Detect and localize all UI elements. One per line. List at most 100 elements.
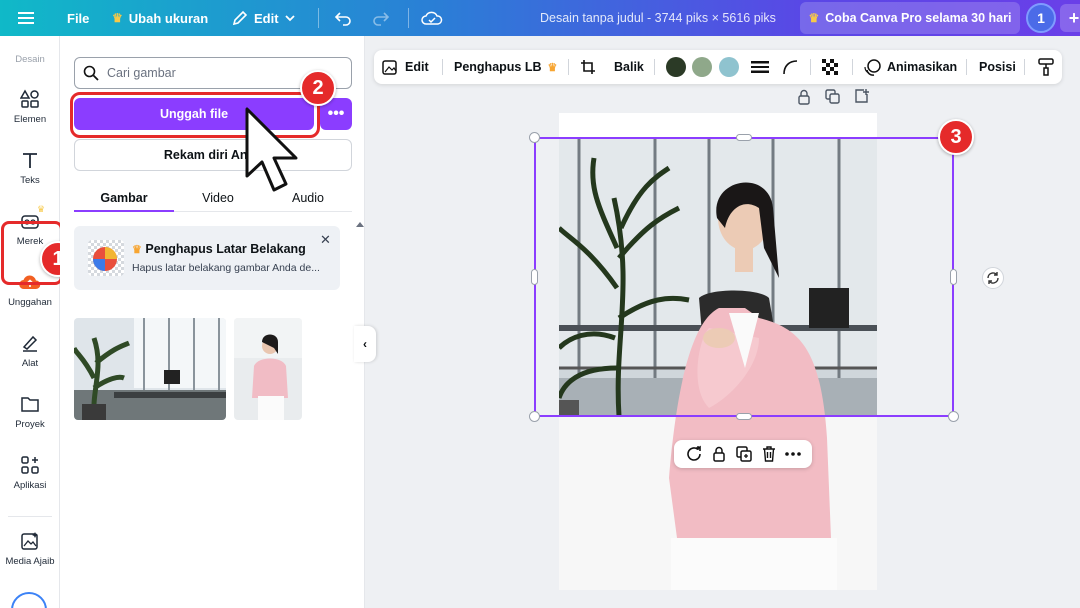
try-pro-button[interactable]: ♛ Coba Canva Pro selama 30 hari: [800, 2, 1020, 34]
annotation-badge-2: 2: [300, 70, 336, 106]
toolbar-divider: [852, 59, 853, 75]
color-swatch-1[interactable]: [666, 57, 686, 77]
uploaded-image-office[interactable]: [74, 318, 226, 420]
text-icon: [19, 149, 41, 171]
plus-icon: +: [1068, 7, 1080, 28]
hamburger-icon: [18, 12, 34, 24]
rail-divider: [8, 516, 52, 517]
lock-icon[interactable]: [712, 446, 726, 462]
copy-style-button[interactable]: [1038, 50, 1054, 84]
rotate-handle[interactable]: [982, 267, 1004, 289]
share-plus-button[interactable]: +: [1060, 4, 1080, 32]
bg-remover-label: Penghapus LB: [454, 60, 542, 74]
edit-image-label: Edit: [405, 60, 429, 74]
top-bar: File ♛ Ubah ukuran Edit Desain tanpa jud…: [0, 0, 1080, 36]
magic-assistant-button[interactable]: [11, 592, 47, 608]
toolbar-divider: [442, 59, 443, 75]
crown-icon: ♛: [37, 204, 46, 214]
animate-label: Animasikan: [887, 60, 958, 74]
bg-remover-button[interactable]: Penghapus LB ♛: [454, 50, 557, 84]
document-title[interactable]: Desain tanpa judul - 3744 piks × 5616 pi…: [540, 0, 776, 36]
annotation-number: 2: [312, 76, 324, 99]
trash-icon[interactable]: [762, 446, 776, 462]
crown-icon: ♛: [112, 11, 123, 25]
image-context-toolbar: Edit Penghapus LB ♛ Balik Animasikan Pos…: [374, 50, 1062, 84]
try-pro-label: Coba Canva Pro selama 30 hari: [825, 11, 1012, 25]
color-swatch-3[interactable]: [719, 57, 739, 77]
rail-item-proyek[interactable]: Proyek: [0, 393, 60, 430]
promo-title-text: Penghapus Latar Belakang: [145, 242, 306, 256]
edit-image-icon: [382, 59, 397, 75]
color-swatch-2[interactable]: [692, 57, 712, 77]
rail-item-aplikasi[interactable]: Aplikasi: [0, 454, 60, 491]
draw-tools-icon: [19, 332, 41, 354]
corner-rounding-button[interactable]: [782, 50, 798, 84]
toolbar-divider: [568, 59, 569, 75]
crown-icon: ♛: [132, 244, 142, 256]
duplicate-page-icon[interactable]: [825, 89, 840, 104]
tab-gambar[interactable]: Gambar: [74, 184, 174, 212]
paint-roller-icon: [1038, 58, 1054, 76]
resize-button[interactable]: ♛ Ubah ukuran: [112, 0, 208, 36]
mouse-pointer-icon: [244, 106, 304, 201]
animate-button[interactable]: Animasikan: [864, 50, 957, 84]
rail-item-media-ajaib[interactable]: Media Ajaib: [0, 530, 60, 567]
crown-icon: ♛: [547, 61, 558, 74]
resize-handle-top-left[interactable]: [529, 132, 540, 143]
tab-label: Gambar: [100, 191, 148, 205]
resize-handle-bottom-right[interactable]: [948, 411, 959, 422]
undo-button[interactable]: [334, 0, 352, 36]
collapse-panel-button[interactable]: ‹: [354, 326, 376, 362]
rail-label: Elemen: [13, 114, 47, 125]
rail-item-alat[interactable]: Alat: [0, 332, 60, 369]
crop-button[interactable]: [580, 50, 596, 84]
bg-remover-promo-card[interactable]: ♛ Penghapus Latar Belakang Hapus latar b…: [74, 226, 340, 290]
magic-media-icon: [19, 530, 41, 552]
resize-handle-left[interactable]: [531, 269, 538, 285]
document-title-text: Desain tanpa judul - 3744 piks × 5616 pi…: [540, 11, 776, 25]
flip-button[interactable]: Balik: [614, 50, 644, 84]
lock-icon[interactable]: [797, 89, 811, 105]
tab-label: Video: [202, 191, 234, 205]
position-button[interactable]: Posisi: [979, 50, 1016, 84]
rotate-icon: [987, 272, 999, 284]
border-style-button[interactable]: [751, 50, 769, 84]
corner-radius-icon: [783, 60, 798, 75]
file-menu[interactable]: File: [67, 0, 89, 36]
record-yourself-button[interactable]: Rekam diri Anda: [74, 139, 352, 171]
redo-button[interactable]: [372, 0, 390, 36]
resize-handle-top[interactable]: [736, 134, 752, 141]
search-icon: [83, 65, 99, 81]
add-page-icon[interactable]: [854, 89, 869, 104]
avatar[interactable]: 1: [1026, 3, 1056, 33]
menu-button[interactable]: [18, 0, 34, 36]
rail-label: Unggahan: [8, 297, 52, 308]
edit-image-button[interactable]: Edit: [382, 50, 429, 84]
undo-icon: [334, 12, 351, 26]
active-tab-indicator: [74, 210, 174, 212]
duplicate-icon[interactable]: [736, 446, 752, 462]
comment-add-icon[interactable]: [685, 445, 703, 463]
resize-handle-bottom[interactable]: [736, 413, 752, 420]
annotation-number: 3: [950, 125, 962, 148]
rail-section-label: Desain: [15, 54, 45, 65]
close-icon[interactable]: ✕: [320, 232, 331, 248]
more-options-icon[interactable]: [785, 452, 801, 456]
resize-handle-bottom-left[interactable]: [529, 411, 540, 422]
rail-label: Media Ajaib: [5, 556, 55, 567]
rail-item-elemen[interactable]: Elemen: [0, 88, 60, 125]
transparency-button[interactable]: [822, 50, 838, 84]
uploaded-image-woman[interactable]: [234, 318, 302, 420]
toolbar-divider: [318, 8, 319, 28]
resize-handle-right[interactable]: [950, 269, 957, 285]
save-status-button[interactable]: [421, 0, 443, 36]
edit-mode-button[interactable]: Edit: [232, 0, 295, 36]
rail-item-teks[interactable]: Teks: [0, 149, 60, 186]
transparency-icon: [822, 59, 838, 75]
crop-icon: [581, 60, 595, 74]
toolbar-divider: [1024, 59, 1025, 75]
scroll-up-arrow[interactable]: [356, 222, 364, 227]
redo-icon: [373, 12, 390, 26]
toolbar-divider: [966, 59, 967, 75]
rail-label: Teks: [20, 175, 40, 186]
